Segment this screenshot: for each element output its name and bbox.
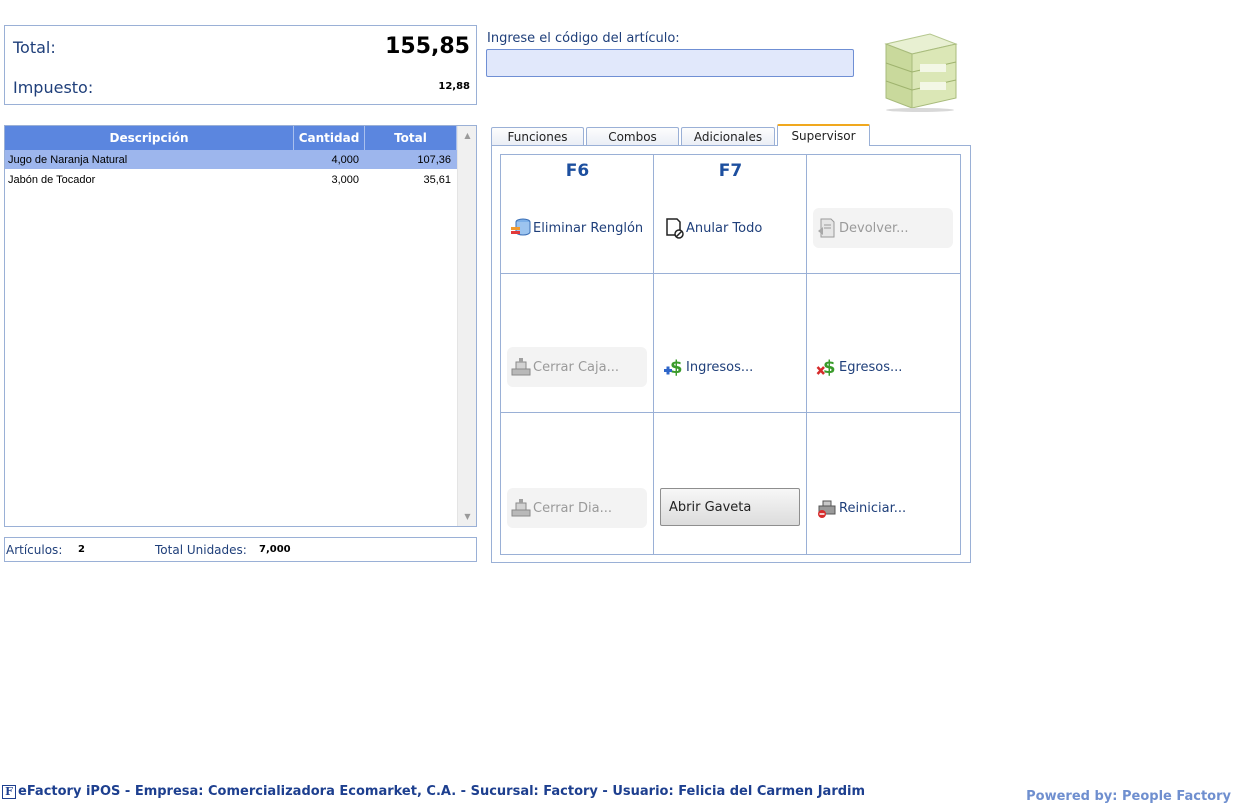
table-row[interactable]: Jugo de Naranja Natural 4,000 107,36 [5, 150, 457, 169]
cerrar-caja-button[interactable]: Cerrar Caja... [507, 347, 647, 387]
supervisor-panel: F6 Eliminar Renglón F7 Anular Todo Devol… [491, 145, 971, 563]
ingresos-label: Ingresos... [686, 359, 754, 375]
tab-funciones[interactable]: Funciones [491, 127, 584, 146]
reiniciar-label: Reiniciar... [839, 500, 907, 516]
money-add-icon: $ [664, 357, 683, 378]
tax-label: Impuesto: [13, 78, 94, 97]
powered-by-link[interactable]: Powered by: People Factory [1026, 789, 1231, 804]
articles-label: Artículos: [6, 543, 63, 557]
function-cell: Reiniciar... [807, 413, 960, 554]
money-remove-icon: $ [816, 357, 836, 378]
devolver-label: Devolver... [839, 220, 909, 236]
grid-header: Descripción Cantidad Total [5, 126, 457, 150]
eliminar-renglon-label: Eliminar Renglón [533, 220, 644, 236]
abrir-gaveta-label: Abrir Gaveta [669, 499, 752, 515]
units-label: Total Unidades: [155, 543, 247, 557]
anular-todo-button[interactable]: Anular Todo [660, 208, 800, 248]
total-value: 155,85 [385, 34, 470, 59]
tab-adicionales[interactable]: Adicionales [681, 127, 775, 146]
product-image [884, 33, 958, 112]
function-cell: F6 Eliminar Renglón [501, 155, 654, 274]
units-value: 7,000 [259, 544, 291, 555]
cerrar-dia-label: Cerrar Dia... [533, 500, 612, 516]
function-cell: Cerrar Dia... [501, 413, 654, 554]
devolver-button[interactable]: Devolver... [813, 208, 953, 248]
tax-value: 12,88 [438, 81, 470, 92]
function-cell: $ Ingresos... [654, 274, 807, 413]
ingresos-button[interactable]: $ Ingresos... [660, 347, 800, 387]
function-grid: F6 Eliminar Renglón F7 Anular Todo Devol… [500, 154, 961, 555]
totals-panel: Total: 155,85 Impuesto: 12,88 [4, 25, 477, 105]
f6-key-label: F6 [565, 161, 590, 181]
close-day-icon [511, 499, 531, 517]
abrir-gaveta-button[interactable]: Abrir Gaveta [660, 488, 800, 526]
summary-bar: Artículos: 2 Total Unidades: 7,000 [4, 537, 477, 562]
anular-todo-label: Anular Todo [686, 220, 763, 236]
reiniciar-button[interactable]: Reiniciar... [813, 488, 953, 528]
column-header-total[interactable]: Total [365, 126, 457, 150]
row-description: Jugo de Naranja Natural [8, 153, 128, 166]
row-total: 35,61 [423, 173, 451, 186]
scroll-down-arrow-icon[interactable]: ▼ [458, 508, 476, 525]
void-document-icon [666, 218, 684, 239]
grid-scrollbar[interactable]: ▲ ▼ [457, 126, 476, 526]
tab-combos[interactable]: Combos [586, 127, 679, 146]
close-register-icon [511, 358, 531, 376]
cerrar-dia-button[interactable]: Cerrar Dia... [507, 488, 647, 528]
table-row[interactable]: Jabón de Tocador 3,000 35,61 [5, 170, 457, 189]
return-document-icon [818, 218, 835, 238]
function-cell: Devolver... [807, 155, 960, 274]
status-text: eFactory iPOS - Empresa: Comercializador… [18, 784, 866, 799]
eliminar-renglon-button[interactable]: Eliminar Renglón [507, 208, 647, 248]
articles-value: 2 [78, 544, 85, 555]
cerrar-caja-label: Cerrar Caja... [533, 359, 619, 375]
delete-row-icon [511, 218, 531, 236]
svg-text:$: $ [823, 357, 836, 378]
column-header-description[interactable]: Descripción [5, 126, 294, 150]
tab-supervisor[interactable]: Supervisor [777, 124, 870, 146]
function-cell: $ Egresos... [807, 274, 960, 413]
svg-text:$: $ [670, 357, 683, 378]
scroll-up-arrow-icon[interactable]: ▲ [458, 127, 476, 144]
item-code-label: Ingrese el código del artículo: [487, 31, 680, 46]
row-total: 107,36 [417, 153, 451, 166]
column-header-quantity[interactable]: Cantidad [294, 126, 365, 150]
row-quantity: 4,000 [331, 153, 359, 166]
items-grid: Descripción Cantidad Total Jugo de Naran… [4, 125, 477, 527]
efactory-logo-icon: F [2, 784, 16, 799]
item-code-input[interactable] [486, 49, 854, 77]
total-label: Total: [13, 38, 56, 57]
row-quantity: 3,000 [331, 173, 359, 186]
restart-icon [818, 500, 836, 518]
function-cell: Abrir Gaveta [654, 413, 807, 554]
egresos-label: Egresos... [839, 359, 903, 375]
function-cell: F7 Anular Todo [654, 155, 807, 274]
f7-key-label: F7 [718, 161, 743, 181]
status-bar: F eFactory iPOS - Empresa: Comercializad… [2, 784, 865, 799]
egresos-button[interactable]: $ Egresos... [813, 347, 953, 387]
row-description: Jabón de Tocador [8, 173, 96, 186]
function-cell: Cerrar Caja... [501, 274, 654, 413]
